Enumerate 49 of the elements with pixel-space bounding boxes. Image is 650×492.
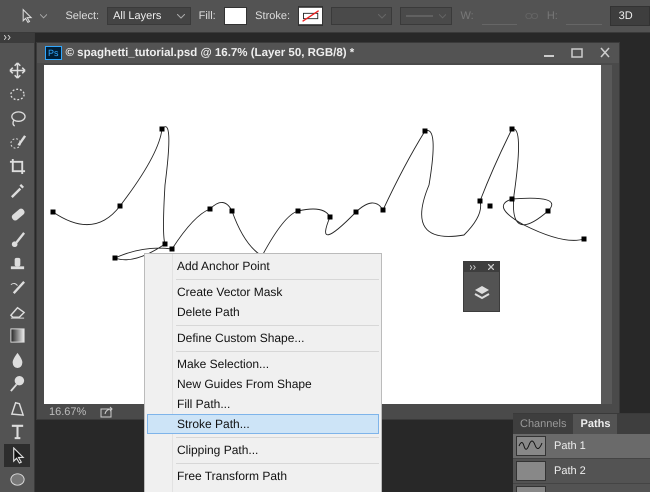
document-title: © spaghetti_tutorial.psd @ 16.7% (Layer 50, RGB/8) *: [66, 47, 354, 59]
share-icon[interactable]: [100, 406, 114, 418]
stroke-label: Stroke:: [255, 10, 290, 22]
zoom-readout: 16.67%: [49, 406, 86, 418]
stroke-type-dropdown[interactable]: [400, 7, 452, 25]
fill-label: Fill:: [198, 10, 216, 22]
workspace-dropdown[interactable]: 3D: [610, 6, 650, 26]
path-row[interactable]: Path 2: [513, 459, 650, 484]
menu-item[interactable]: New Guides From Shape: [147, 374, 379, 394]
fill-swatch[interactable]: [224, 7, 248, 25]
menu-item[interactable]: Add Anchor Point: [147, 256, 379, 276]
stroke-swatch[interactable]: [298, 6, 324, 26]
menu-item[interactable]: Create Vector Mask: [147, 282, 379, 302]
menu-item[interactable]: Delete Path: [147, 302, 379, 322]
path-row[interactable]: Path 1: [513, 434, 650, 459]
tool-button[interactable]: [4, 444, 30, 468]
menu-item[interactable]: Free Transform Path: [147, 466, 379, 486]
menu-item[interactable]: Stroke Path...: [147, 414, 379, 434]
double-chevron-icon[interactable]: [4, 35, 12, 40]
eyedropper-tool-icon: [8, 182, 26, 200]
select-dropdown[interactable]: All Layers: [107, 7, 191, 25]
script-path-drawing[interactable]: [50, 126, 586, 260]
menu-item[interactable]: Define Custom Shape...: [147, 328, 379, 348]
menu-item[interactable]: Clipping Path...: [147, 440, 379, 460]
lasso-tool-icon: [8, 110, 26, 128]
caret-icon[interactable]: [40, 14, 48, 18]
line-icon: [406, 15, 434, 17]
double-chevron-icon[interactable]: [470, 264, 476, 270]
dodge-tool-icon: [8, 374, 26, 392]
scrollbar-track[interactable]: [601, 65, 612, 404]
select-label: Select:: [65, 10, 100, 22]
marquee-tool-icon: [8, 86, 26, 104]
quick-tool-icon: [8, 134, 26, 152]
caret-icon: [378, 14, 386, 18]
menu-item[interactable]: Make Selection...: [147, 354, 379, 374]
ellipse-tool-icon: [8, 471, 26, 488]
panel-tab[interactable]: Paths: [573, 414, 618, 434]
layers-icon[interactable]: [474, 285, 490, 301]
caret-icon: [439, 14, 446, 18]
crop-tool-icon: [8, 158, 26, 176]
panel-tab[interactable]: Channels: [513, 414, 574, 434]
caret-icon: [176, 14, 185, 18]
move-tool-icon: [8, 62, 26, 80]
app-badge: Ps: [45, 46, 62, 60]
close-icon[interactable]: [488, 264, 494, 270]
arrow-cursor-icon[interactable]: [20, 7, 34, 25]
history-tool-icon: [8, 278, 26, 296]
gradient-tool-icon: [8, 326, 26, 344]
menu-item[interactable]: Fill Path...: [147, 394, 379, 414]
